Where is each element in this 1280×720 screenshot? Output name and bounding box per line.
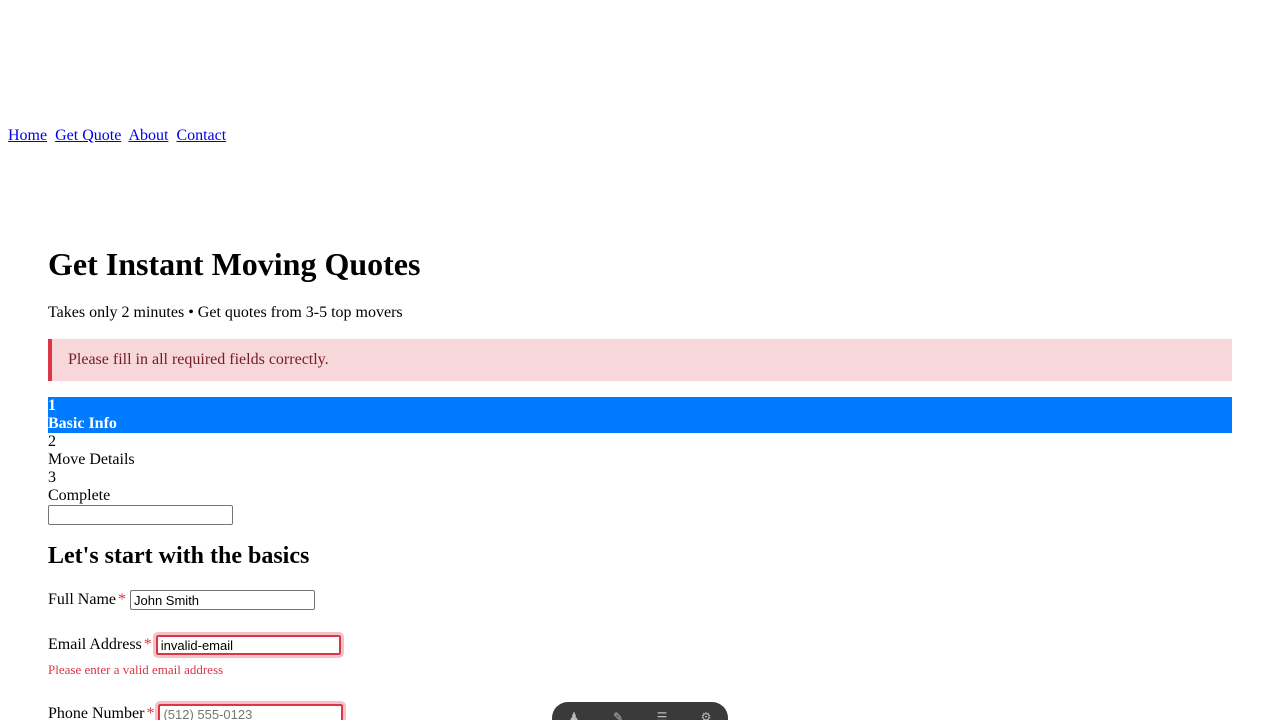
phone-row: Phone Number * — [48, 701, 347, 720]
menu-icon[interactable]: ☰ — [655, 710, 669, 720]
email-label: Email Address — [48, 636, 142, 653]
progress-bar — [48, 505, 233, 525]
floating-toolbar: ♟ ✎ ☰ ⚙ — [552, 702, 728, 720]
step-label: Move Details — [48, 451, 135, 468]
page: Home Get Quote About Contact Get Instant… — [0, 0, 1280, 720]
step-label: Complete — [48, 487, 111, 504]
full-name-input[interactable] — [130, 590, 315, 610]
section-title: Let's start with the basics — [48, 543, 310, 569]
settings-icon[interactable]: ⚙ — [699, 710, 713, 720]
page-title: Get Instant Moving Quotes — [48, 246, 421, 282]
required-marker: * — [143, 636, 152, 653]
step-number: 3 — [48, 469, 56, 486]
step-indicator: 1 Basic Info 2 Move Details 3 Complete — [48, 397, 1232, 505]
person-icon[interactable]: ♟ — [567, 710, 581, 720]
required-marker: * — [118, 591, 126, 608]
required-marker: * — [146, 705, 155, 720]
full-name-label: Full Name — [48, 591, 116, 608]
error-alert: Please fill in all required fields corre… — [48, 339, 1232, 381]
step-complete[interactable]: 3 Complete — [48, 469, 1232, 505]
nav-link-home[interactable]: Home — [8, 127, 47, 144]
step-number: 1 — [48, 397, 56, 414]
pen-icon[interactable]: ✎ — [611, 710, 625, 720]
nav-link-about[interactable]: About — [128, 127, 168, 144]
step-label: Basic Info — [48, 415, 117, 432]
step-number: 2 — [48, 433, 56, 450]
email-error-message: Please enter a valid email address — [48, 662, 224, 677]
email-input[interactable] — [152, 632, 344, 658]
page-subtitle: Takes only 2 minutes • Get quotes from 3… — [48, 304, 403, 321]
step-basic-info[interactable]: 1 Basic Info — [48, 397, 1232, 433]
nav-link-contact[interactable]: Contact — [176, 127, 226, 144]
main-nav: Home Get Quote About Contact — [8, 127, 230, 145]
email-row: Email Address * — [48, 632, 344, 658]
full-name-row: Full Name * — [48, 590, 315, 610]
step-move-details[interactable]: 2 Move Details — [48, 433, 1232, 469]
phone-input[interactable] — [155, 701, 347, 720]
nav-link-get-quote[interactable]: Get Quote — [55, 127, 121, 144]
phone-label: Phone Number — [48, 705, 145, 720]
